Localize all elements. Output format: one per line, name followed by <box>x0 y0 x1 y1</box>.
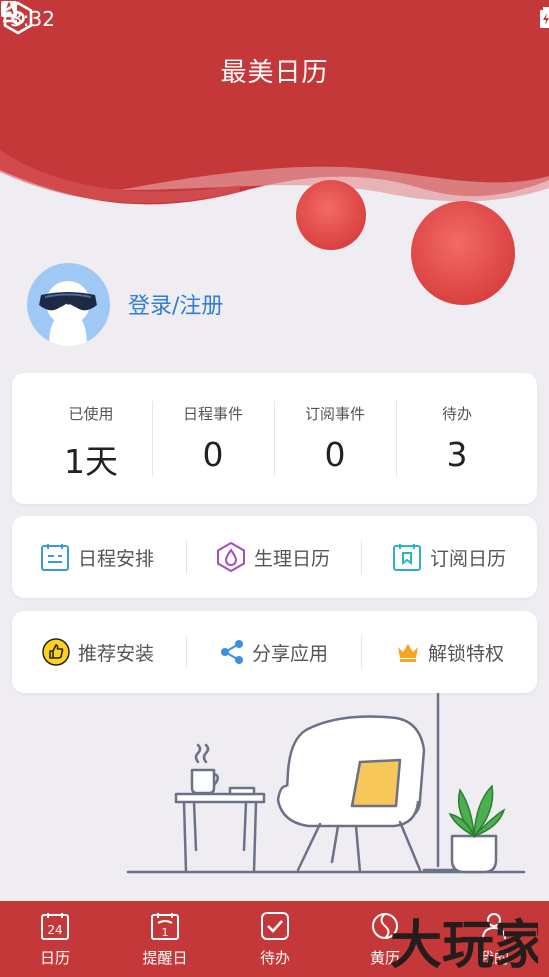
unlock-privilege-button[interactable]: 解锁特权 <box>396 611 504 693</box>
nav-reminder-label: 提醒日 <box>142 949 188 967</box>
room-illustration <box>126 692 526 874</box>
stats-card: 已使用 1天 日程事件 0 订阅事件 0 待办 3 <box>12 373 537 504</box>
crown-icon <box>398 644 418 662</box>
reminder-icon: 1 <box>151 913 179 940</box>
subscribe-calendar-button[interactable]: 订阅日历 <box>392 516 506 598</box>
subscribe-calendar-label: 订阅日历 <box>430 547 507 570</box>
droplet-icon <box>217 542 245 572</box>
nav-todo-label: 待办 <box>259 949 290 967</box>
unlock-privilege-label: 解锁特权 <box>428 642 505 665</box>
battery-icon <box>540 7 549 28</box>
watermark-text: 大玩家 <box>390 916 538 973</box>
avatar-vr-icon <box>39 281 97 346</box>
calendar-icon: 24 <box>41 913 69 940</box>
recommend-install-label: 推荐安装 <box>78 642 155 665</box>
recommend-install-button[interactable]: 推荐安装 <box>42 611 154 693</box>
stat-subscribed-events[interactable]: 订阅事件 0 <box>274 373 396 504</box>
bookmark-calendar-icon <box>393 544 421 571</box>
stat-value: 1天 <box>64 442 118 481</box>
divider <box>186 540 187 574</box>
stat-label: 订阅事件 <box>304 405 365 423</box>
page-title: 最美日历 <box>220 58 329 88</box>
stat-label: 待办 <box>441 405 472 423</box>
decor-ball-large <box>411 201 515 305</box>
stat-todo[interactable]: 待办 3 <box>396 373 518 504</box>
share-app-button[interactable]: 分享应用 <box>220 611 328 693</box>
stat-value: 3 <box>446 435 468 474</box>
stat-schedule-events[interactable]: 日程事件 0 <box>152 373 274 504</box>
avatar[interactable] <box>27 263 110 346</box>
settings-icon[interactable] <box>0 0 36 36</box>
watermark-logo: 大玩家 <box>390 916 538 973</box>
period-calendar-button[interactable]: 生理日历 <box>216 516 330 598</box>
divider <box>361 635 362 669</box>
features-card-2: 推荐安装 分享应用 解锁特权 <box>12 611 537 693</box>
stat-days-used[interactable]: 已使用 1天 <box>30 373 152 504</box>
login-register-link[interactable]: 登录/注册 <box>128 288 223 320</box>
share-app-label: 分享应用 <box>252 642 329 665</box>
schedule-icon <box>41 544 69 571</box>
stat-label: 日程事件 <box>182 405 243 423</box>
stat-value: 0 <box>202 435 224 474</box>
nav-reminder[interactable]: 1 提醒日 <box>110 901 220 977</box>
checkbox-icon <box>261 912 289 940</box>
decor-ball-small <box>296 180 366 250</box>
features-card-1: 日程安排 生理日历 订阅日历 <box>12 516 537 598</box>
reminder-icon-day: 1 <box>162 926 169 939</box>
divider <box>186 635 187 669</box>
nav-todo[interactable]: 待办 <box>220 901 330 977</box>
schedule-label: 日程安排 <box>78 547 155 570</box>
divider <box>361 540 362 574</box>
stat-value: 0 <box>324 435 346 474</box>
status-bar: 3:32 <box>0 0 549 38</box>
stat-label: 已使用 <box>68 405 114 423</box>
period-calendar-label: 生理日历 <box>254 547 331 570</box>
thumbs-up-icon <box>42 638 70 666</box>
nav-calendar-label: 日历 <box>39 949 70 967</box>
nav-calendar[interactable]: 24 日历 <box>0 901 110 977</box>
calendar-icon-day: 24 <box>47 923 62 937</box>
share-icon <box>221 640 243 664</box>
schedule-button[interactable]: 日程安排 <box>40 516 154 598</box>
